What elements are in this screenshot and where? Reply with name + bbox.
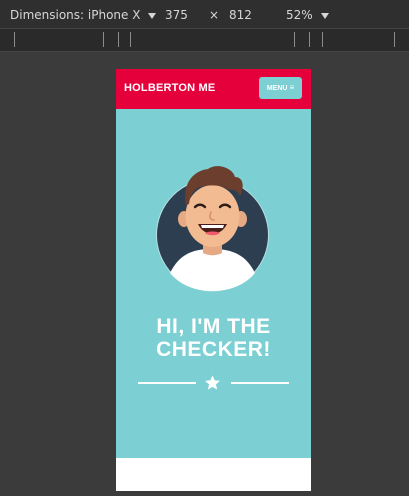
headline-line-1: HI, I'M THE [156, 315, 271, 338]
next-section [116, 458, 311, 491]
star-icon [205, 375, 220, 390]
device-width-field[interactable]: 375 [165, 8, 188, 22]
ruler-tick [118, 32, 119, 47]
brand-logo-text[interactable]: HOLBERTON ME [124, 82, 215, 94]
ruler-tick [14, 32, 15, 47]
ruler-tick [309, 32, 310, 47]
dropdown-caret-icon [148, 12, 157, 19]
site-header: HOLBERTON ME MENU ≡ [116, 69, 311, 109]
ruler-tick [322, 32, 323, 47]
divider-line-left [138, 382, 196, 384]
menu-button[interactable]: MENU ≡ [259, 77, 302, 99]
menu-button-label: MENU [266, 84, 288, 92]
device-toolbar: Dimensions: iPhone X 375 × 812 52% [0, 0, 409, 28]
hero-headline: HI, I'M THE CHECKER! [116, 315, 311, 361]
device-height-field[interactable]: 812 [229, 8, 252, 22]
device-dimensions-dropdown[interactable]: Dimensions: iPhone X [10, 8, 157, 22]
headline-line-2: CHECKER! [156, 338, 271, 361]
ruler-tick [130, 32, 131, 47]
device-viewport: HOLBERTON ME MENU ≡ HI, I'M THE CHECKER! [116, 69, 311, 491]
ruler-tick [394, 32, 395, 47]
ruler-tick [294, 32, 295, 47]
dropdown-caret-icon [320, 12, 329, 19]
divider-line-right [231, 382, 289, 384]
device-dimensions-label: Dimensions: iPhone X [10, 8, 141, 22]
zoom-dropdown[interactable]: 52% [286, 8, 329, 22]
hamburger-icon: ≡ [289, 83, 295, 92]
zoom-value: 52% [286, 8, 313, 22]
ruler-tick [103, 32, 104, 47]
media-query-ruler [0, 28, 409, 52]
avatar [156, 166, 269, 292]
dimension-separator: × [209, 8, 220, 22]
